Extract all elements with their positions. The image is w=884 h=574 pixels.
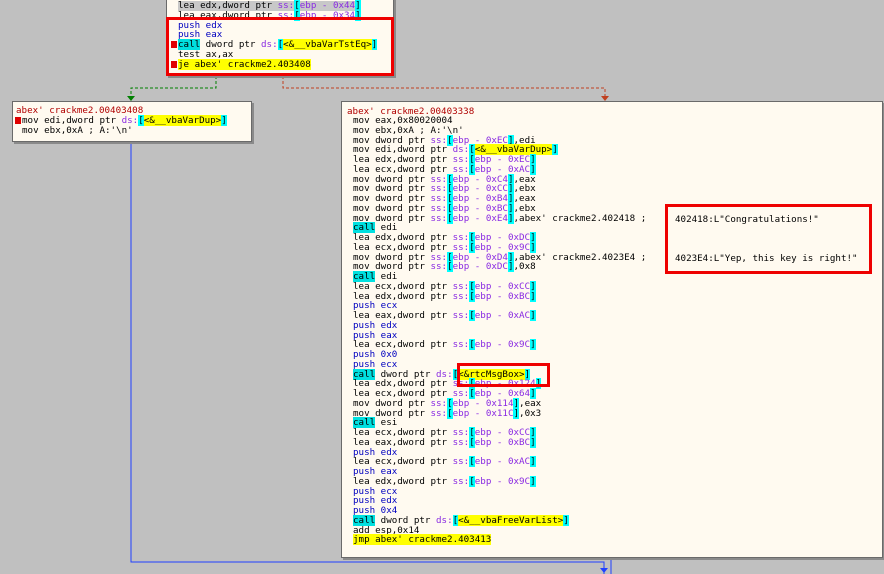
asm-operand: ] xyxy=(530,436,536,448)
asm-mnemonic: jmp xyxy=(353,534,370,546)
asm-operand: ] xyxy=(530,339,536,351)
asm-operand: ebp - 0xAC xyxy=(474,456,531,468)
asm-line[interactable]: jmp abex' crackme2.403413 xyxy=(353,534,492,546)
asm-operand: ] xyxy=(563,514,569,526)
asm-operand: [ xyxy=(138,115,144,126)
edge-false xyxy=(282,76,606,100)
highlight-vbavartsteq xyxy=(166,17,394,76)
edge-true xyxy=(130,76,217,100)
asm-operand: ] xyxy=(530,456,536,468)
asm-operand: ebp - 0xBC xyxy=(474,436,531,448)
asm-operand: ebp - 0xE4 xyxy=(452,212,508,224)
asm-operand: ,0x3 xyxy=(519,407,542,419)
breakpoint-marker[interactable] xyxy=(15,117,21,124)
asm-line[interactable]: mov dword ptr ss:[ebp - 0xE4],abex' crac… xyxy=(353,212,652,224)
asm-operand: <&__vbaVarDup> xyxy=(143,115,222,126)
asm-operand: ss: xyxy=(452,310,470,321)
asm-operand: ebp - 0x9C xyxy=(474,339,531,351)
asm-operand: ,0x8 xyxy=(513,261,536,273)
asm-operand: ebp - 0xBC xyxy=(474,290,531,302)
asm-operand: ss: xyxy=(452,290,470,302)
asm-operand: ds: xyxy=(436,514,453,526)
left-code-block[interactable]: abex' crackme2.00403408 mov edi,dword pt… xyxy=(12,101,252,142)
asm-operand: ss: xyxy=(430,261,448,273)
edge-main-arrow xyxy=(600,568,608,573)
asm-operand: ] xyxy=(530,290,536,302)
asm-operand: ebp - 0xDC xyxy=(452,261,508,273)
asm-operand: ,abex' crackme2.402418 ; xyxy=(513,212,652,224)
asm-operand: ebp - 0x11C xyxy=(452,407,514,419)
asm-operand: ss: xyxy=(452,436,470,448)
highlight-comment-strings xyxy=(665,204,872,274)
asm-operand: ss: xyxy=(452,456,470,468)
asm-operand: ss: xyxy=(452,475,470,487)
asm-operand: ] xyxy=(221,115,227,126)
asm-operand: ] xyxy=(530,310,536,321)
asm-operand: abex' crackme2.403413 xyxy=(369,534,492,546)
asm-operand: ] xyxy=(552,144,558,156)
main-code-block[interactable]: abex' crackme2.00403338 402418:L"Congrat… xyxy=(341,101,883,558)
asm-operand: <&__vbaFreeVarList> xyxy=(458,514,564,526)
asm-operand: ss: xyxy=(430,212,448,224)
highlight-rtcmsgbox xyxy=(457,363,550,387)
asm-operand: ] xyxy=(530,475,536,487)
asm-line[interactable]: mov ebx,0xA ; A:'\n' xyxy=(22,124,133,136)
asm-operand: ebp - 0xAC xyxy=(474,310,531,321)
asm-mnemonic: mov xyxy=(22,124,39,136)
asm-operand: ebx,0xA ; A:'\n' xyxy=(38,124,133,136)
asm-operand: ss: xyxy=(430,407,448,419)
asm-operand: ss: xyxy=(452,339,470,351)
asm-operand: ebp - 0x9C xyxy=(474,475,531,487)
